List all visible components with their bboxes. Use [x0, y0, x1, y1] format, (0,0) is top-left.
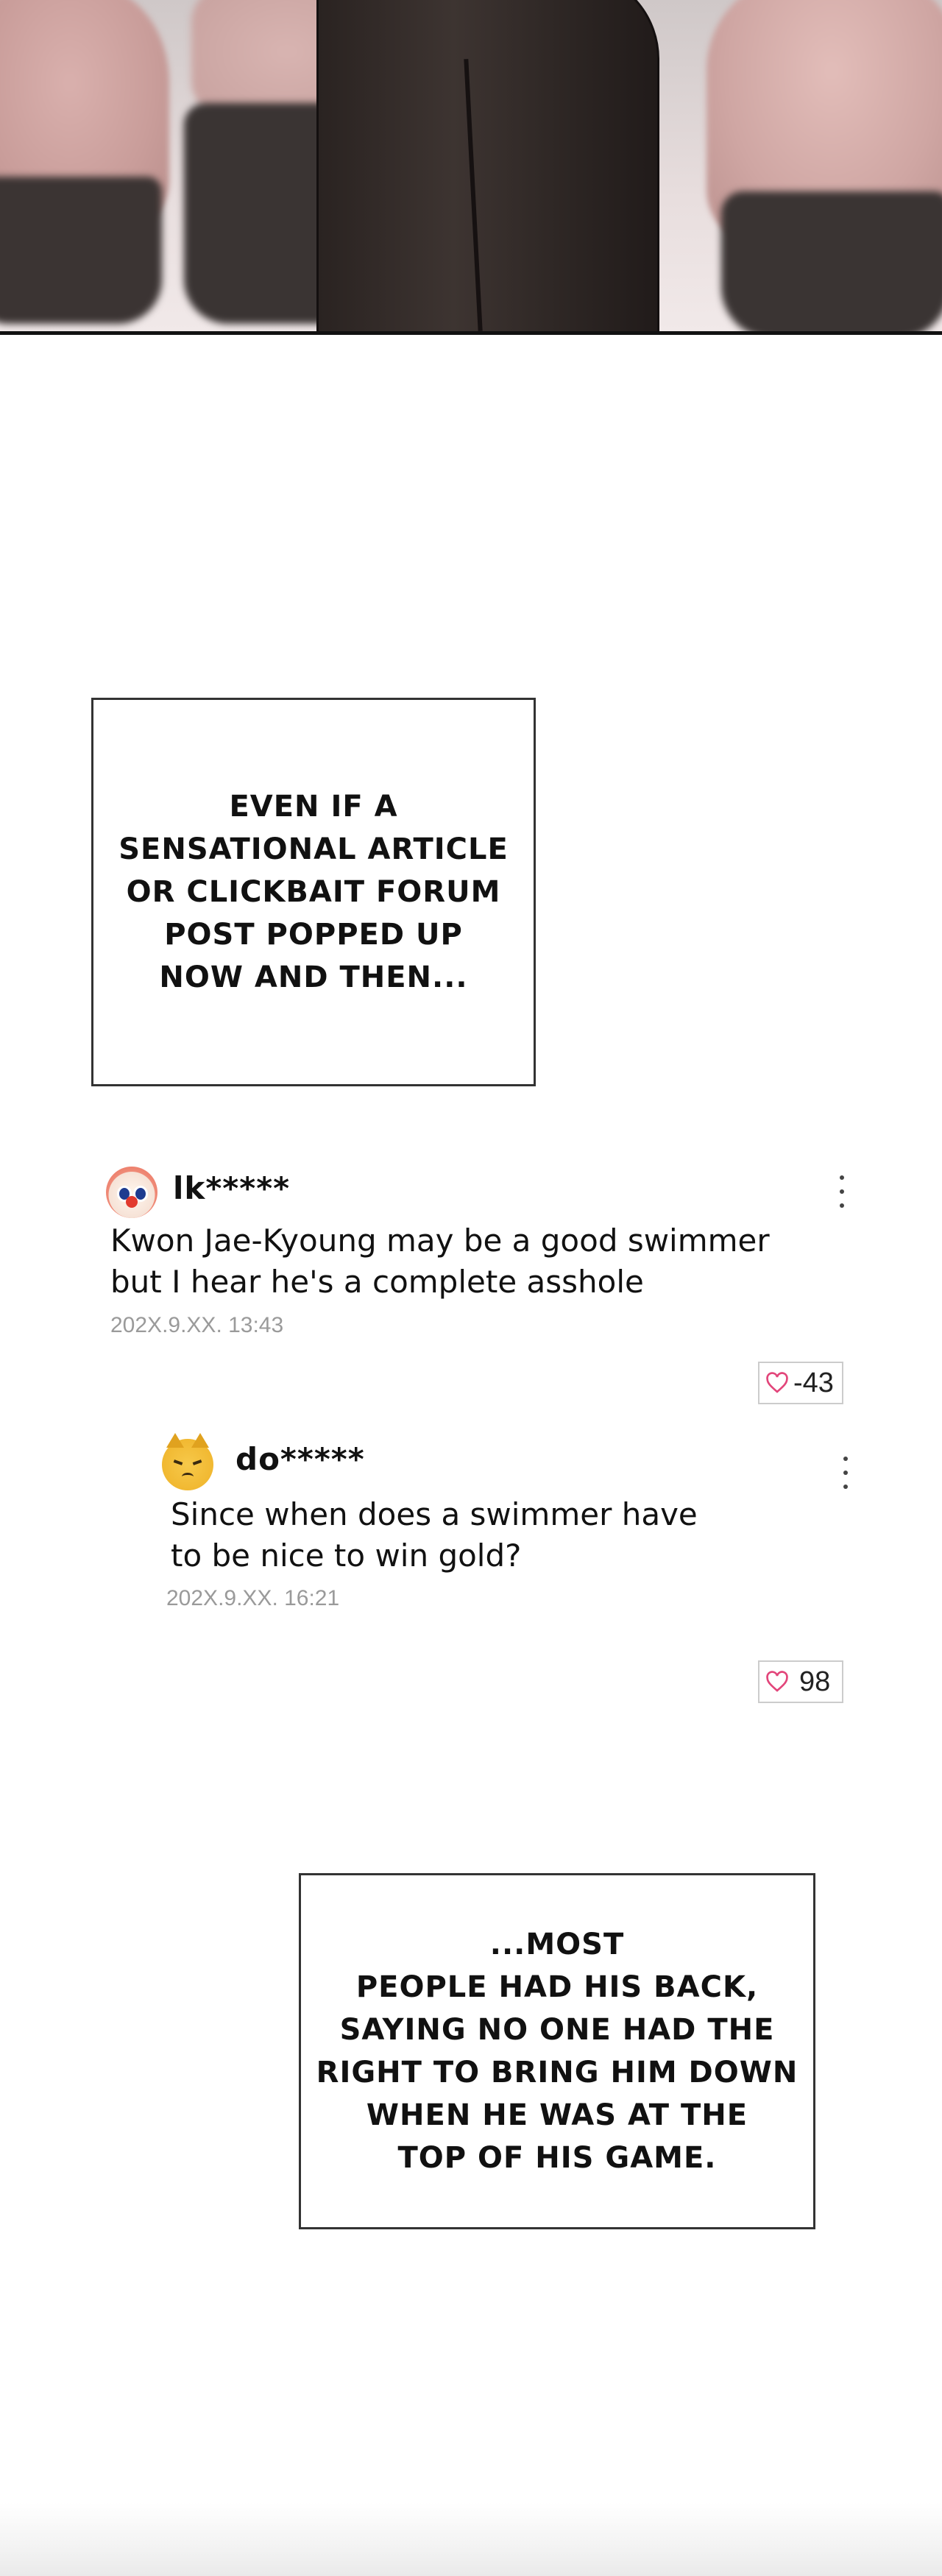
- like-button-1[interactable]: -43: [758, 1362, 843, 1404]
- more-options-icon-1[interactable]: [835, 1175, 849, 1208]
- narration-box-2: ...MOST PEOPLE HAD HIS BACK, SAYING NO O…: [299, 1873, 815, 2229]
- comment-username-1[interactable]: lk*****: [173, 1170, 290, 1206]
- cat-eye-left: [173, 1459, 183, 1465]
- figure-left-shorts: [0, 177, 162, 324]
- clown-face-icon: [106, 1167, 157, 1218]
- comment-body-2: Since when does a swimmer have to be nic…: [171, 1496, 698, 1574]
- like-count-2: 98: [799, 1666, 831, 1697]
- comment-body-1: Kwon Jae-Kyoung may be a good swimmer bu…: [110, 1222, 770, 1300]
- comment-username-2[interactable]: do*****: [236, 1441, 365, 1477]
- figure-center-pants: [316, 0, 659, 331]
- comic-panel-top: [0, 0, 942, 335]
- heart-icon: [766, 1671, 788, 1692]
- clown-nose: [126, 1196, 138, 1208]
- narration-text-1: EVEN IF A SENSATIONAL ARTICLE OR CLICKBA…: [118, 790, 509, 994]
- pouting-cat-icon: [162, 1433, 213, 1490]
- more-options-icon-2[interactable]: [838, 1457, 853, 1489]
- like-count-1: -43: [793, 1367, 834, 1398]
- bottom-fade: [0, 2502, 942, 2576]
- cat-ear-right: [191, 1433, 209, 1448]
- like-button-2[interactable]: 98: [758, 1660, 843, 1703]
- cat-mouth: [182, 1473, 194, 1481]
- heart-icon: [766, 1372, 788, 1393]
- narration-text-2: ...MOST PEOPLE HAD HIS BACK, SAYING NO O…: [316, 1928, 798, 2175]
- comment-timestamp-1: 202X.9.XX. 13:43: [110, 1313, 284, 1337]
- narration-box-1: EVEN IF A SENSATIONAL ARTICLE OR CLICKBA…: [91, 698, 536, 1086]
- figure-right-shorts: [721, 191, 942, 331]
- cat-eye-right: [192, 1459, 202, 1465]
- comment-timestamp-2: 202X.9.XX. 16:21: [166, 1586, 340, 1610]
- cat-ear-left: [166, 1433, 184, 1448]
